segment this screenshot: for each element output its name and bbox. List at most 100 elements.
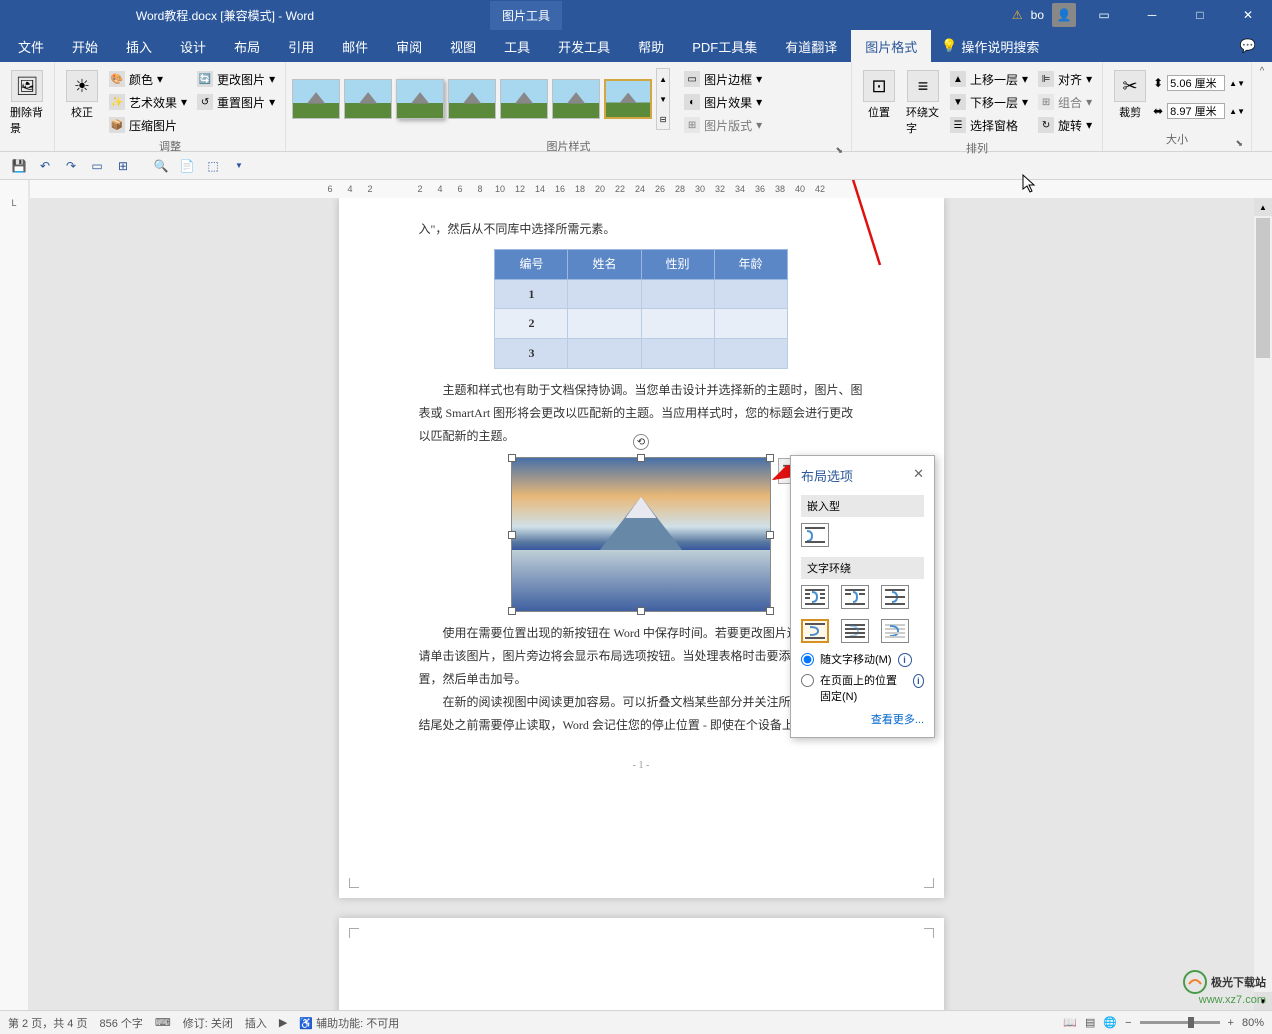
- vertical-scrollbar[interactable]: ▲ ▼: [1254, 198, 1272, 1010]
- scroll-up-button[interactable]: ▲: [1254, 198, 1272, 216]
- status-accessibility[interactable]: ♿ 辅助功能: 不可用: [299, 1015, 399, 1031]
- qat-undo-button[interactable]: ↶: [34, 155, 56, 177]
- style-thumb-1[interactable]: [292, 79, 340, 119]
- table-cell[interactable]: 1: [495, 279, 568, 309]
- menu-tools[interactable]: 工具: [490, 30, 544, 63]
- qat-btn-5[interactable]: ⊞: [112, 155, 134, 177]
- menu-review[interactable]: 审阅: [382, 30, 436, 63]
- comments-button[interactable]: 💬: [1228, 32, 1268, 60]
- zoom-in-button[interactable]: +: [1228, 1017, 1234, 1029]
- layout-infront-icon[interactable]: [881, 619, 909, 643]
- compress-pictures-button[interactable]: 📦压缩图片: [105, 114, 191, 136]
- resize-handle-mr[interactable]: [766, 531, 774, 539]
- resize-handle-tl[interactable]: [508, 454, 516, 462]
- maximize-button[interactable]: □: [1180, 1, 1220, 29]
- picture-layout-button[interactable]: ⊞图片版式 ▾: [680, 114, 766, 136]
- status-macro-icon[interactable]: ▶: [279, 1016, 287, 1029]
- ribbon-display-icon[interactable]: ▭: [1084, 1, 1124, 29]
- position-button[interactable]: ⊡ 位置: [858, 68, 900, 122]
- styles-launcher[interactable]: ⬊: [835, 145, 843, 156]
- zoom-out-button[interactable]: −: [1125, 1017, 1131, 1029]
- menu-references[interactable]: 引用: [274, 30, 328, 63]
- menu-home[interactable]: 开始: [58, 30, 112, 63]
- layout-square-icon[interactable]: [801, 585, 829, 609]
- bring-forward-button[interactable]: ▲上移一层 ▾: [946, 68, 1032, 90]
- view-web-layout[interactable]: 🌐: [1103, 1016, 1117, 1029]
- color-button[interactable]: 🎨颜色 ▾: [105, 68, 191, 90]
- resize-handle-bm[interactable]: [637, 607, 645, 615]
- status-word-count[interactable]: 856 个字: [99, 1015, 142, 1031]
- menu-picture-format[interactable]: 图片格式: [851, 30, 931, 63]
- qat-customize-button[interactable]: ▼: [228, 155, 250, 177]
- rotate-handle[interactable]: ⟲: [633, 434, 649, 450]
- resize-handle-tr[interactable]: [766, 454, 774, 462]
- wrap-text-button[interactable]: ≡ 环绕文字: [902, 68, 944, 138]
- doc-paragraph[interactable]: 入"，然后从不同库中选择所需元素。: [419, 218, 864, 241]
- style-thumb-4[interactable]: [448, 79, 496, 119]
- layout-topbottom-icon[interactable]: [801, 619, 829, 643]
- user-avatar[interactable]: 👤: [1052, 3, 1076, 27]
- table-header[interactable]: 姓名: [568, 249, 641, 279]
- move-with-text-radio[interactable]: [801, 653, 814, 666]
- status-lang-icon[interactable]: ⌨: [155, 1016, 171, 1029]
- status-track-changes[interactable]: 修订: 关闭: [183, 1015, 233, 1031]
- fix-position-radio[interactable]: [801, 674, 814, 687]
- picture-border-button[interactable]: ▭图片边框 ▾: [680, 68, 766, 90]
- qat-btn-8[interactable]: ⬚: [202, 155, 224, 177]
- view-read-mode[interactable]: 📖: [1063, 1016, 1077, 1029]
- table-header[interactable]: 性别: [641, 249, 714, 279]
- style-thumb-6[interactable]: [552, 79, 600, 119]
- rotate-button[interactable]: ↻旋转 ▾: [1034, 114, 1096, 136]
- table-cell[interactable]: 2: [495, 309, 568, 339]
- style-thumb-2[interactable]: [344, 79, 392, 119]
- close-button[interactable]: ✕: [1228, 1, 1268, 29]
- height-input[interactable]: [1167, 75, 1225, 91]
- table-cell[interactable]: 3: [495, 339, 568, 369]
- layout-inline-icon[interactable]: [801, 523, 829, 547]
- view-print-layout[interactable]: ▤: [1085, 1016, 1095, 1029]
- qat-save-button[interactable]: 💾: [8, 155, 30, 177]
- qat-redo-button[interactable]: ↷: [60, 155, 82, 177]
- style-thumb-5[interactable]: [500, 79, 548, 119]
- qat-btn-7[interactable]: 📄: [176, 155, 198, 177]
- collapse-ribbon-icon[interactable]: ^: [1260, 66, 1265, 77]
- style-thumb-3[interactable]: [396, 79, 444, 119]
- minimize-button[interactable]: ─: [1132, 1, 1172, 29]
- menu-pdf-tools[interactable]: PDF工具集: [678, 30, 771, 63]
- table-header[interactable]: 年龄: [714, 249, 787, 279]
- qat-btn-6[interactable]: 🔍: [150, 155, 172, 177]
- doc-table[interactable]: 编号 姓名 性别 年龄 1 2 3: [494, 249, 787, 369]
- crop-button[interactable]: ✂ 裁剪: [1109, 68, 1151, 122]
- menu-design[interactable]: 设计: [166, 30, 220, 63]
- zoom-slider[interactable]: [1140, 1021, 1220, 1024]
- resize-handle-bl[interactable]: [508, 607, 516, 615]
- status-insert-mode[interactable]: 插入: [245, 1015, 267, 1031]
- change-picture-button[interactable]: 🔄更改图片 ▾: [193, 68, 279, 90]
- menu-file[interactable]: 文件: [4, 30, 58, 63]
- popup-close-icon[interactable]: ✕: [913, 466, 924, 485]
- style-thumb-7[interactable]: [604, 79, 652, 119]
- align-button[interactable]: ⊫对齐 ▾: [1034, 68, 1096, 90]
- picture-effects-button[interactable]: ◐图片效果 ▾: [680, 91, 766, 113]
- reset-picture-button[interactable]: ↺重置图片 ▾: [193, 91, 279, 113]
- resize-handle-br[interactable]: [766, 607, 774, 615]
- artistic-effects-button[interactable]: ✨艺术效果 ▾: [105, 91, 191, 113]
- resize-handle-tm[interactable]: [637, 454, 645, 462]
- see-more-link[interactable]: 查看更多...: [801, 711, 924, 727]
- zoom-level[interactable]: 80%: [1242, 1017, 1264, 1029]
- status-page[interactable]: 第 2 页，共 4 页: [8, 1015, 87, 1031]
- size-launcher[interactable]: ⬊: [1235, 138, 1243, 149]
- corrections-button[interactable]: ☀ 校正: [61, 68, 103, 122]
- width-input[interactable]: [1167, 103, 1225, 119]
- gallery-more-button[interactable]: ▲▼⊟: [656, 68, 670, 130]
- menu-insert[interactable]: 插入: [112, 30, 166, 63]
- picture-styles-gallery[interactable]: ▲▼⊟: [292, 68, 670, 130]
- menu-help[interactable]: 帮助: [624, 30, 678, 63]
- document-page-2[interactable]: [339, 918, 944, 1010]
- tell-me-search[interactable]: 💡 操作说明搜索: [931, 37, 1049, 56]
- info-icon[interactable]: i: [898, 653, 912, 667]
- menu-developer[interactable]: 开发工具: [544, 30, 624, 63]
- menu-layout[interactable]: 布局: [220, 30, 274, 63]
- selection-pane-button[interactable]: ☰选择窗格: [946, 114, 1032, 136]
- menu-mailings[interactable]: 邮件: [328, 30, 382, 63]
